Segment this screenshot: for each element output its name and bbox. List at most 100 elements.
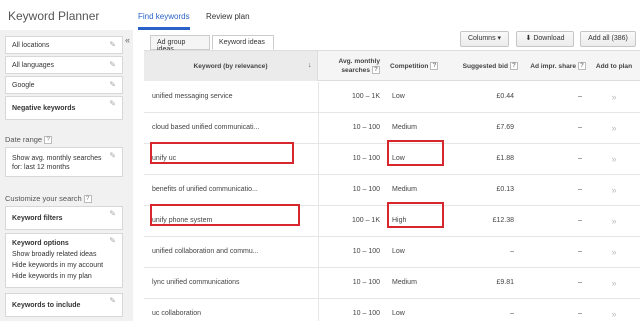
customize-search-label: Customize your search? [5, 194, 92, 204]
searches-cell: 10 – 100 [352, 248, 380, 255]
competition-cell: Medium [392, 279, 417, 286]
bid-cell: – [510, 248, 514, 255]
help-icon[interactable]: ? [83, 195, 92, 204]
highlight-box [150, 204, 300, 226]
searches-cell: 10 – 100 [352, 279, 380, 286]
keyword-option-line: Hide keywords in my plan [12, 273, 92, 280]
tab-ad-group-ideas[interactable]: Ad group ideas [150, 35, 210, 53]
help-icon[interactable]: ? [578, 62, 586, 70]
languages-setting[interactable]: All languages ✎ [5, 56, 123, 74]
header-searches[interactable]: Avg. monthly searches? [322, 51, 380, 81]
edit-pencil-icon[interactable]: ✎ [109, 99, 116, 108]
edit-pencil-icon[interactable]: ✎ [109, 296, 116, 305]
searches-cell: 10 – 100 [352, 310, 380, 317]
table-row[interactable]: unified collaboration and commu... 10 – … [144, 237, 640, 268]
locations-label: All locations [12, 42, 50, 49]
date-range-label: Date range? [5, 135, 53, 145]
competition-cell: Low [392, 93, 405, 100]
negative-keywords-setting[interactable]: Negative keywords ✎ [5, 96, 123, 120]
header-suggested-bid[interactable]: Suggested bid? [452, 51, 518, 81]
locations-setting[interactable]: All locations ✎ [5, 36, 123, 54]
help-icon[interactable]: ? [44, 136, 53, 145]
header-keyword[interactable]: Keyword (by relevance) [144, 51, 318, 81]
date-range-setting[interactable]: Show avg. monthly searches for: last 12 … [5, 147, 123, 177]
tab-review-plan[interactable]: Review plan [206, 12, 250, 27]
edit-pencil-icon[interactable]: ✎ [109, 236, 116, 245]
highlight-box [387, 202, 444, 228]
keyword-cell: benefits of unified communicatio... [152, 186, 258, 193]
network-label: Google [12, 82, 35, 89]
keyword-filters-label: Keyword filters [12, 215, 63, 222]
keyword-options-title: Keyword options [12, 240, 69, 247]
date-range-line1: Show avg. monthly searches [12, 155, 102, 162]
tab-find-keywords[interactable]: Find keywords [138, 12, 190, 30]
download-icon: ⬇ [525, 35, 532, 42]
keywords-to-include-label: Keywords to include [12, 302, 81, 309]
impr-share-cell: – [578, 279, 582, 286]
highlight-box [387, 140, 444, 166]
help-icon[interactable]: ? [430, 62, 439, 70]
sort-down-icon[interactable]: ↓ [308, 62, 312, 69]
keyword-option-line: Hide keywords in my account [12, 262, 104, 269]
add-to-plan-icon[interactable]: » [590, 206, 638, 236]
keywords-to-include-setting[interactable]: Keywords to include ✎ [5, 293, 123, 317]
add-all-button[interactable]: Add all (386) [580, 31, 636, 47]
table-header: Keyword (by relevance) ↓ Avg. monthly se… [144, 51, 640, 81]
add-to-plan-icon[interactable]: » [590, 175, 638, 205]
keyword-option-line: Show broadly related ideas [12, 251, 97, 258]
negative-keywords-label: Negative keywords [12, 105, 76, 112]
bid-cell: £9.81 [496, 279, 514, 286]
help-icon[interactable]: ? [510, 62, 518, 70]
competition-cell: Low [392, 310, 405, 317]
searches-cell: 100 – 1K [351, 93, 380, 100]
add-to-plan-icon[interactable]: » [590, 268, 638, 298]
help-icon[interactable]: ? [372, 65, 380, 74]
header-ad-impr-share[interactable]: Ad impr. share? [522, 51, 586, 81]
impr-share-cell: – [578, 310, 582, 317]
edit-pencil-icon[interactable]: ✎ [109, 151, 116, 160]
add-to-plan-icon[interactable]: » [590, 144, 638, 174]
impr-share-cell: – [578, 186, 582, 193]
competition-cell: Low [392, 248, 405, 255]
keyword-cell: cloud based unified communicati... [152, 124, 260, 131]
add-to-plan-icon[interactable]: » [590, 237, 638, 267]
keyword-options-setting[interactable]: Keyword options Show broadly related ide… [5, 233, 123, 288]
impr-share-cell: – [578, 124, 582, 131]
table-row[interactable]: lync unified communications 10 – 100 Med… [144, 268, 640, 299]
impr-share-cell: – [578, 248, 582, 255]
impr-share-cell: – [578, 217, 582, 224]
collapse-sidebar-icon[interactable]: « [122, 36, 133, 46]
download-button[interactable]: ⬇ Download [516, 31, 574, 47]
add-to-plan-icon[interactable]: » [590, 113, 638, 143]
searches-cell: 10 – 100 [352, 155, 380, 162]
main-panel: Ad group ideas Keyword ideas Columns ▾ ⬇… [144, 30, 640, 321]
columns-button[interactable]: Columns ▾ [460, 31, 509, 47]
bid-cell: £1.88 [496, 155, 514, 162]
competition-cell: Medium [392, 186, 417, 193]
languages-label: All languages [12, 62, 55, 69]
keyword-cell: unified messaging service [152, 93, 233, 100]
tab-keyword-ideas[interactable]: Keyword ideas [212, 35, 274, 50]
date-range-line2: for: last 12 months [12, 164, 70, 171]
impr-share-cell: – [578, 155, 582, 162]
add-to-plan-icon[interactable]: » [590, 82, 638, 112]
searches-cell: 10 – 100 [352, 124, 380, 131]
bid-cell: – [510, 310, 514, 317]
edit-pencil-icon[interactable]: ✎ [109, 60, 116, 69]
table-row[interactable]: uc collaboration 10 – 100 Low – – » [144, 299, 640, 321]
keyword-filters-setting[interactable]: Keyword filters ✎ [5, 206, 123, 230]
bid-cell: £12.38 [492, 217, 514, 224]
edit-pencil-icon[interactable]: ✎ [109, 40, 116, 49]
keyword-cell: unified collaboration and commu... [152, 248, 259, 255]
highlight-box [150, 142, 294, 164]
table-row[interactable]: unified messaging service 100 – 1K Low £… [144, 82, 640, 113]
edit-pencil-icon[interactable]: ✎ [109, 209, 116, 218]
keyword-ideas-table: Keyword (by relevance) ↓ Avg. monthly se… [144, 50, 640, 321]
header-competition[interactable]: Competition? [390, 51, 450, 81]
add-to-plan-icon[interactable]: » [590, 299, 638, 321]
header-add-to-plan: Add to plan [595, 62, 633, 70]
keyword-cell: uc collaboration [152, 310, 202, 317]
competition-cell: Medium [392, 124, 417, 131]
network-setting[interactable]: Google ✎ [5, 76, 123, 94]
edit-pencil-icon[interactable]: ✎ [109, 80, 116, 89]
